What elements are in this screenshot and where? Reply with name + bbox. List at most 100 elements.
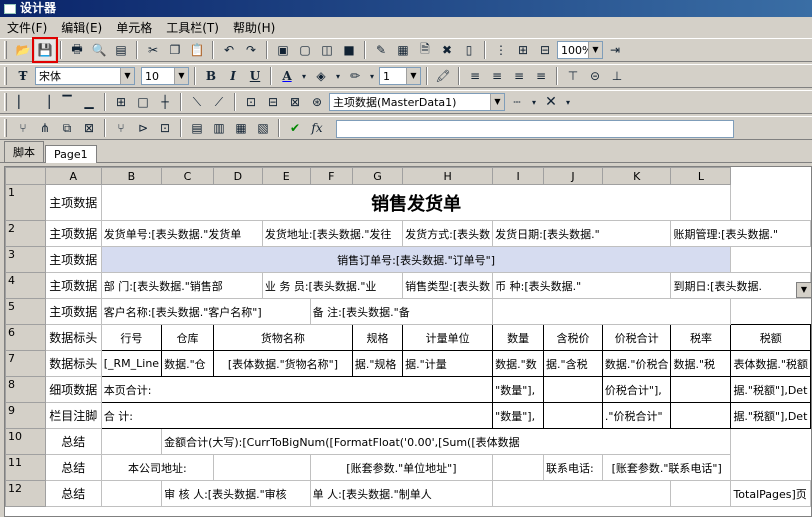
- column-header[interactable]: L: [670, 167, 732, 185]
- band-label[interactable]: 总结: [44, 454, 102, 481]
- cut-icon[interactable]: ✂: [143, 40, 163, 60]
- band-child-icon[interactable]: ▦: [231, 118, 251, 138]
- font-select[interactable]: 宋体 ▼: [35, 67, 135, 85]
- shape-icon[interactable]: ■: [339, 40, 359, 60]
- border-top-icon[interactable]: ▔: [57, 92, 77, 112]
- menu-toolbar[interactable]: 工具栏(T): [159, 19, 226, 36]
- new-page-icon[interactable]: 🗎: [415, 40, 435, 60]
- cell[interactable]: 据."计量: [402, 350, 494, 377]
- band-master-icon[interactable]: ⑂: [111, 118, 131, 138]
- toolbar-grip[interactable]: [4, 67, 7, 85]
- cell[interactable]: [表体数据."货物名称"]: [212, 350, 353, 377]
- cell[interactable]: "数量"],: [492, 376, 545, 403]
- cell[interactable]: TotalPages]页: [730, 480, 811, 507]
- report-grid[interactable]: A B C D E F G H I J K L 1 主项数据 销售发货单 2 主…: [4, 166, 812, 517]
- chevron-down-icon[interactable]: ▾: [333, 66, 343, 86]
- border-all-icon[interactable]: ⊞: [111, 92, 131, 112]
- cell[interactable]: [492, 298, 732, 325]
- cell[interactable]: 联系电话:: [543, 454, 603, 481]
- menu-help[interactable]: 帮助(H): [226, 19, 282, 36]
- tab-page1[interactable]: Page1: [45, 145, 97, 163]
- toolbar-grip[interactable]: [4, 41, 7, 59]
- cell[interactable]: 数据."税: [670, 350, 732, 377]
- datasource-select[interactable]: 主项数据(MasterData1) ▼: [329, 93, 505, 111]
- chevron-down-icon[interactable]: ▼: [174, 68, 188, 84]
- row-header[interactable]: 12: [5, 480, 46, 507]
- line-width-select[interactable]: 1 ▼: [379, 67, 421, 85]
- cell[interactable]: 据."税额"],Det: [730, 376, 811, 403]
- blank-page-icon[interactable]: ▯: [459, 40, 479, 60]
- band-label[interactable]: 总结: [44, 428, 102, 455]
- band-header-icon[interactable]: ⋔: [35, 118, 55, 138]
- border-right-icon[interactable]: ▕: [35, 92, 55, 112]
- toolbar-grip[interactable]: [4, 93, 7, 111]
- cell[interactable]: 备 注:[表头数据."备: [309, 298, 494, 325]
- row-header[interactable]: 10: [5, 428, 46, 455]
- chevron-down-icon[interactable]: ▼: [588, 42, 602, 58]
- cell[interactable]: 仓库: [161, 324, 214, 351]
- band-footer-icon[interactable]: ⊡: [155, 118, 175, 138]
- insert-field-icon[interactable]: ⊡: [241, 92, 261, 112]
- cell[interactable]: [100, 428, 163, 455]
- border-inner-icon[interactable]: ┼: [155, 92, 175, 112]
- toolbar-grip[interactable]: [4, 119, 7, 137]
- cell[interactable]: 合 计:: [100, 402, 494, 429]
- border-left-icon[interactable]: ▏: [13, 92, 33, 112]
- row-header[interactable]: 3: [5, 246, 46, 273]
- band-label[interactable]: 总结: [44, 480, 102, 507]
- column-header[interactable]: J: [543, 167, 603, 185]
- font-size-select[interactable]: 10 ▼: [141, 67, 189, 85]
- cell[interactable]: 销售订单号:[表头数据."订单号"]: [100, 246, 732, 273]
- cell[interactable]: 发货日期:[表头数据.": [492, 220, 672, 247]
- cell[interactable]: 数量: [492, 324, 545, 351]
- formula-input[interactable]: [336, 120, 734, 138]
- band-label[interactable]: 主项数据: [44, 246, 102, 273]
- menu-cell[interactable]: 单元格: [109, 19, 159, 36]
- cell[interactable]: [492, 480, 672, 507]
- cell[interactable]: [212, 454, 311, 481]
- print-icon[interactable]: 🖶: [67, 40, 87, 60]
- highlight-icon[interactable]: 🖍: [433, 66, 453, 86]
- cell[interactable]: 本页合计:: [100, 376, 494, 403]
- cell[interactable]: 销售类型:[表头数: [402, 272, 494, 299]
- delete-frame-icon[interactable]: ✕: [541, 92, 561, 112]
- cell[interactable]: [543, 402, 603, 429]
- insert-text-icon[interactable]: ✎: [371, 40, 391, 60]
- cell[interactable]: 客户名称:[表头数据."客户名称"]: [100, 298, 311, 325]
- insert-table-icon[interactable]: ▦: [393, 40, 413, 60]
- band-column-icon[interactable]: ▥: [209, 118, 229, 138]
- band-summary-icon[interactable]: ▤: [187, 118, 207, 138]
- insert-sysvar-icon[interactable]: ⊠: [285, 92, 305, 112]
- row-header[interactable]: 5: [5, 298, 46, 325]
- function-icon[interactable]: fx: [307, 118, 327, 138]
- redo-icon[interactable]: ↷: [241, 40, 261, 60]
- delete-page-icon[interactable]: ✖: [437, 40, 457, 60]
- paste-icon[interactable]: 📋: [187, 40, 207, 60]
- cell[interactable]: 规格: [351, 324, 404, 351]
- align-bottom-icon[interactable]: ⊥: [607, 66, 627, 86]
- row-header[interactable]: 7: [5, 350, 46, 377]
- cell[interactable]: 金额合计(大写):[CurrToBigNum([FormatFloat('0.0…: [161, 428, 732, 455]
- band-label[interactable]: 细项数据: [44, 376, 102, 403]
- cell[interactable]: 数据."数: [492, 350, 545, 377]
- chevron-down-icon[interactable]: ▾: [529, 92, 539, 112]
- cell[interactable]: [账套参数."单位地址"]: [309, 454, 494, 481]
- align-center-icon[interactable]: ≡: [487, 66, 507, 86]
- line-color-icon[interactable]: ✏: [345, 66, 365, 86]
- group-icon[interactable]: ◫: [317, 40, 337, 60]
- cell[interactable]: [543, 376, 603, 403]
- diagonal-down-icon[interactable]: ⟍: [187, 92, 207, 112]
- cell[interactable]: ."价税合计": [601, 402, 672, 429]
- exit-icon[interactable]: ⇥: [605, 40, 625, 60]
- cell[interactable]: [670, 402, 732, 429]
- cell[interactable]: 数据."仓: [161, 350, 214, 377]
- font-color-icon[interactable]: A: [277, 66, 297, 86]
- row-header[interactable]: 1: [5, 184, 46, 221]
- chevron-down-icon[interactable]: ▾: [299, 66, 309, 86]
- cell[interactable]: 发货单号:[表头数据."发货单: [100, 220, 263, 247]
- scroll-down-button[interactable]: ▼: [796, 282, 812, 298]
- open-folder-icon[interactable]: 📂: [13, 40, 33, 60]
- border-bottom-icon[interactable]: ▁: [79, 92, 99, 112]
- row-header[interactable]: 4: [5, 272, 46, 299]
- cell[interactable]: 价税合计: [601, 324, 672, 351]
